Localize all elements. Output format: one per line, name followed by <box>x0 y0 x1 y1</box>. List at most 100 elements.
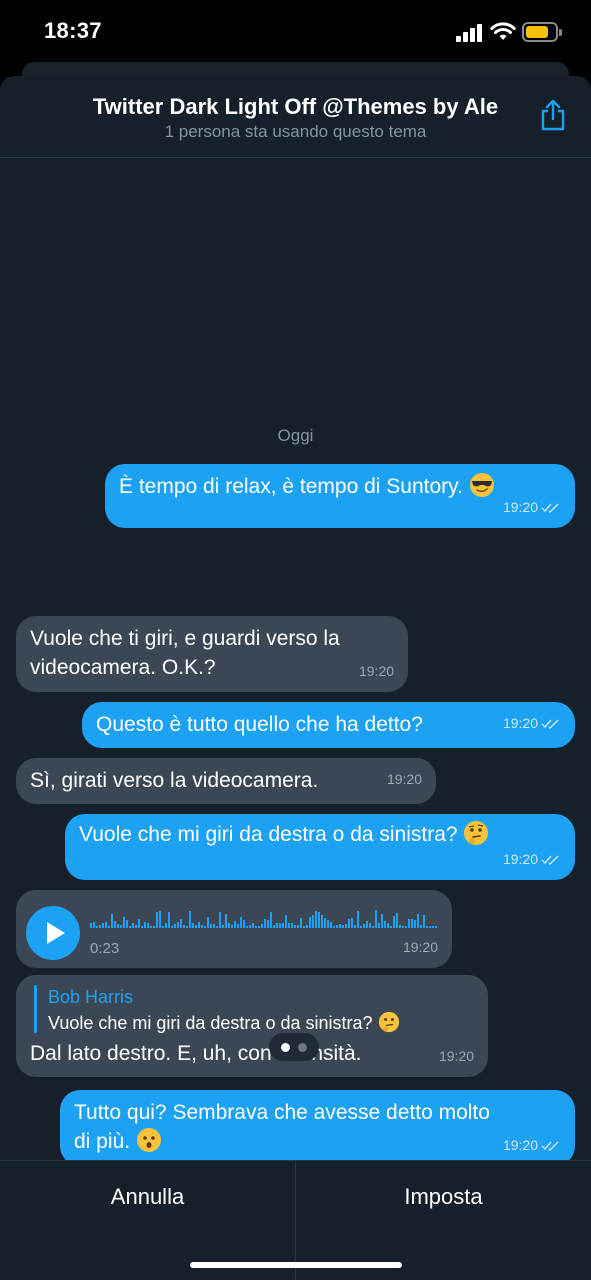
waveform-bar <box>408 919 410 928</box>
waveform-bar <box>147 923 149 928</box>
home-indicator[interactable] <box>190 1262 402 1268</box>
waveform-bar <box>102 923 104 928</box>
waveform-bar <box>231 925 233 928</box>
waveform-bar <box>195 925 197 928</box>
waveform-bar <box>96 926 98 928</box>
waveform-bar <box>120 925 122 928</box>
share-icon[interactable] <box>536 98 570 132</box>
waveform-bar <box>276 923 278 928</box>
waveform-bar <box>132 923 134 928</box>
waveform-bar <box>429 926 431 928</box>
waveform-bar <box>105 922 107 928</box>
page-dot <box>298 1043 307 1052</box>
waveform-bar <box>345 924 347 928</box>
waveform-bar <box>393 916 395 928</box>
cancel-button[interactable]: Annulla <box>0 1161 295 1233</box>
message-meta: 19:20 <box>503 1131 561 1160</box>
message-meta: 19:20 <box>503 709 561 738</box>
waveform-bar <box>348 919 350 928</box>
message-meta: 19:20 <box>503 493 561 522</box>
double-check-icon <box>541 503 559 513</box>
waveform-bar <box>381 914 383 928</box>
waveform-bar <box>336 925 338 928</box>
outgoing-message[interactable]: Vuole che mi giri da destra o da sinistr… <box>65 814 575 880</box>
battery-icon <box>522 22 562 42</box>
message-time: 19:20 <box>502 499 538 515</box>
play-button[interactable] <box>26 906 80 960</box>
waveform-bar <box>243 920 245 928</box>
waveform-bar <box>324 918 326 928</box>
message-meta: 19:20 <box>403 933 438 962</box>
outgoing-message[interactable]: È tempo di relax, è tempo di Suntory. 19… <box>105 464 575 528</box>
message-meta: 19:20 <box>503 845 561 874</box>
waveform-bar <box>258 926 260 928</box>
waveform-bar <box>174 924 176 928</box>
waveform-bar <box>402 926 404 928</box>
waveform-bar <box>255 926 257 928</box>
outgoing-message[interactable]: Tutto qui? Sembrava che avesse detto mol… <box>60 1090 575 1166</box>
waveform-bar <box>396 913 398 928</box>
status-bar: 18:37 <box>0 0 591 62</box>
sunglasses-emoji <box>469 473 494 497</box>
waveform-bar <box>201 925 203 928</box>
chat-preview: Oggi È tempo di relax, è tempo di Suntor… <box>0 158 591 1166</box>
voice-duration: 0:23 <box>90 940 120 957</box>
waveform-bar <box>306 925 308 928</box>
waveform-bar <box>117 924 119 928</box>
set-theme-button[interactable]: Imposta <box>296 1161 591 1233</box>
waveform-bar <box>249 925 251 928</box>
waveform-bar <box>123 917 125 928</box>
waveform-bar <box>108 926 110 928</box>
waveform-bar <box>165 923 167 928</box>
waveform-bar <box>366 921 368 928</box>
theme-preview-sheet: Twitter Dark Light Off @Themes by Ale 1 … <box>0 76 591 1280</box>
incoming-message[interactable]: Sì, girati verso la videocamera. 19:20 <box>16 758 436 804</box>
waveform-bar <box>318 912 320 928</box>
thinking-emoji <box>378 1011 399 1033</box>
outgoing-message[interactable]: Questo è tutto quello che ha detto? 19:2… <box>82 702 575 748</box>
message-time: 19:20 <box>502 1137 538 1153</box>
waveform[interactable] <box>90 908 440 928</box>
waveform-bar <box>192 923 194 928</box>
waveform-bar <box>300 918 302 928</box>
waveform-bar <box>90 923 92 928</box>
waveform-bar <box>339 924 341 928</box>
waveform-bar <box>285 915 287 928</box>
waveform-bar <box>135 925 137 928</box>
waveform-bar <box>198 922 200 928</box>
wifi-icon <box>490 22 516 40</box>
thinking-emoji <box>464 821 489 845</box>
waveform-bar <box>225 914 227 928</box>
message-text-line2: videocamera. O.K.? <box>30 656 216 679</box>
waveform-bar <box>369 923 371 928</box>
reply-author: Bob Harris <box>48 987 134 1007</box>
message-time: 19:20 <box>402 939 438 955</box>
quote-bar <box>34 985 37 1033</box>
waveform-bar <box>333 926 335 928</box>
waveform-bar <box>330 922 332 928</box>
waveform-bar <box>114 921 116 928</box>
waveform-bar <box>177 922 179 928</box>
waveform-bar <box>342 925 344 928</box>
waveform-bar <box>207 917 209 928</box>
waveform-bar <box>321 915 323 928</box>
hushed-emoji <box>136 1128 161 1152</box>
page-indicator[interactable] <box>269 1033 319 1061</box>
waveform-bar <box>399 925 401 928</box>
waveform-bar <box>240 917 242 928</box>
sheet-header: Twitter Dark Light Off @Themes by Ale 1 … <box>0 76 591 158</box>
double-check-icon <box>541 1141 559 1151</box>
waveform-bar <box>168 912 170 928</box>
waveform-bar <box>213 924 215 928</box>
waveform-bar <box>294 925 296 928</box>
waveform-bar <box>363 924 365 928</box>
message-text-line1: Tutto qui? Sembrava che avesse detto mol… <box>74 1101 490 1124</box>
waveform-bar <box>93 922 95 928</box>
voice-message[interactable]: 0:23 19:20 <box>16 890 452 968</box>
waveform-bar <box>162 926 164 928</box>
waveform-bar <box>264 919 266 928</box>
waveform-bar <box>138 919 140 928</box>
waveform-bar <box>309 917 311 928</box>
incoming-message[interactable]: Vuole che ti giri, e guardi verso la vid… <box>16 616 408 692</box>
reply-message[interactable]: Bob Harris Vuole che mi giri da destra o… <box>16 975 488 1077</box>
